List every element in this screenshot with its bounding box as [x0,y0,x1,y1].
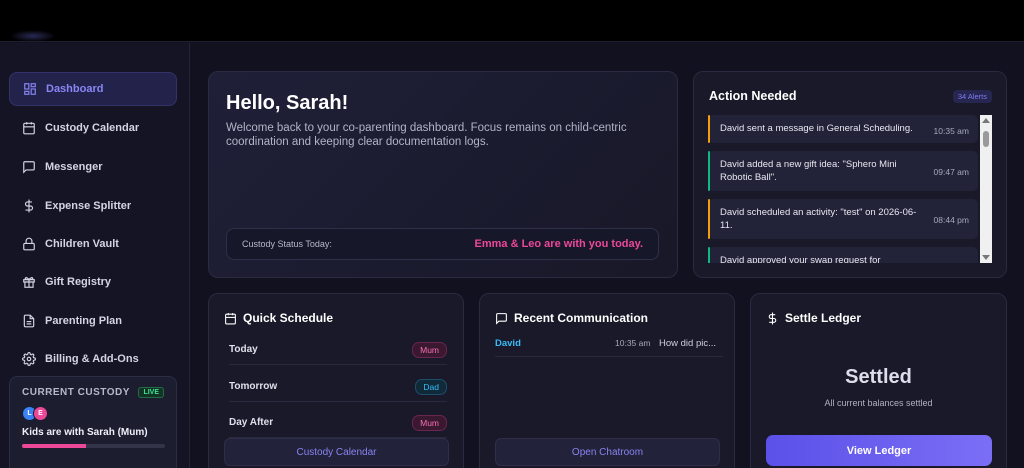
quick-schedule-card: Quick Schedule Today Mum Tomorrow Dad Da… [208,293,464,468]
top-bar [0,0,1024,42]
message-row[interactable]: David 10:35 am How did pic... [495,338,723,349]
ledger-status-sub: All current balances settled [824,398,933,408]
sidebar-item-custody-calendar[interactable]: Custody Calendar [9,111,177,145]
open-chatroom-button[interactable]: Open Chatroom [495,438,720,466]
dollar-icon [24,199,34,213]
sidebar-item-expense-splitter[interactable]: Expense Splitter [9,189,177,223]
alerts-list[interactable]: David sent a message in General Scheduli… [708,115,992,263]
sidebar: Dashboard Custody Calendar Messenger Exp… [0,43,190,468]
sidebar-item-label: Parenting Plan [45,315,123,327]
scroll-thumb[interactable] [983,131,989,147]
alert-message: David added a new gift idea: "Sphero Min… [720,159,897,183]
alert-time: 10:35 am [933,126,969,136]
dashboard-icon [24,83,36,95]
scroll-up-arrow[interactable] [982,118,990,123]
current-custody-card: CURRENT CUSTODY LIVE L E Kids are with S… [9,376,177,468]
custody-progress-fill [22,444,87,448]
alert-message: David sent a message in General Scheduli… [720,123,913,134]
sidebar-item-label: Children Vault [45,238,119,250]
alert-message: David approved your swap request for [720,255,881,263]
schedule-day: Today [229,344,258,355]
parent-tag: Mum [412,414,447,431]
card-title-text: Quick Schedule [243,311,334,325]
schedule-day: Tomorrow [229,381,278,392]
message-preview: How did pic... [659,338,717,349]
schedule-row: Today Mum [229,335,447,365]
schedule-row: Tomorrow Dad [229,372,447,402]
avatar: E [33,406,48,421]
sidebar-item-billing[interactable]: Billing & Add-Ons [9,342,177,376]
sidebar-item-messenger[interactable]: Messenger [9,150,177,184]
sidebar-item-label: Custody Calendar [45,122,140,134]
child-avatars: L E [22,406,164,421]
alert-time: 09:47 am [933,167,969,177]
recent-communication-card: Recent Communication David 10:35 am How … [479,293,735,468]
gift-icon [23,277,35,288]
message-sender: David [495,338,521,349]
custody-card-title: CURRENT CUSTODY [22,387,130,398]
welcome-panel: Hello, Sarah! Welcome back to your co-pa… [208,71,678,278]
sidebar-item-gift-registry[interactable]: Gift Registry [9,265,177,299]
alert-message: David scheduled an activity: "test" on 2… [720,207,917,231]
custody-progress [22,444,165,448]
custody-status-label: Custody Status Today: [242,239,332,249]
sidebar-item-label: Billing & Add-Ons [45,353,139,365]
recent-communication-title: Recent Communication [495,311,648,325]
divider [495,356,723,357]
page-title: Hello, Sarah! [226,92,349,114]
ledger-status: Settled [845,366,912,388]
dollar-icon [768,312,777,324]
view-ledger-button[interactable]: View Ledger [766,435,992,466]
alerts-scrollbar[interactable] [980,115,992,263]
sidebar-item-children-vault[interactable]: Children Vault [9,227,177,261]
quick-schedule-title: Quick Schedule [224,311,333,325]
document-icon [23,314,35,328]
schedule-day: Day After [229,417,274,428]
alert-item[interactable]: David approved your swap request for [708,247,978,263]
card-title-text: Recent Communication [514,311,649,325]
alert-stripe [708,247,710,263]
message-time: 10:35 am [615,338,651,348]
sidebar-item-label: Expense Splitter [45,200,132,212]
alert-item[interactable]: David added a new gift idea: "Sphero Min… [708,151,978,191]
parent-tag: Dad [415,378,447,395]
welcome-subtitle: Welcome back to your co-parenting dashbo… [226,122,627,148]
sidebar-item-label: Dashboard [46,83,104,95]
alert-time: 08:44 pm [933,215,969,225]
custody-status-box: Custody Status Today: Emma & Leo are wit… [226,228,659,260]
logo-glow [10,30,56,42]
alert-stripe [708,151,710,191]
parent-tag: Mum [412,341,447,358]
alert-stripe [708,199,710,239]
schedule-row: Day After Mum [229,408,447,438]
card-title-text: Settle Ledger [785,311,862,325]
custody-status-value: Emma & Leo are with you today. [474,238,644,250]
action-needed-panel: Action Needed 34 Alerts David sent a mes… [693,71,1007,278]
custody-calendar-button[interactable]: Custody Calendar [224,438,449,466]
message-icon [496,312,507,325]
gear-icon [22,352,36,366]
lock-icon [23,237,35,251]
sidebar-item-dashboard[interactable]: Dashboard [9,72,177,106]
alert-stripe [708,115,710,143]
scroll-down-arrow[interactable] [982,255,990,260]
sidebar-item-parenting-plan[interactable]: Parenting Plan [9,304,177,338]
calendar-icon [225,312,236,324]
custody-text: Kids are with Sarah (Mum) [22,427,148,438]
alert-item[interactable]: David sent a message in General Scheduli… [708,115,978,143]
alerts-badge: 34 Alerts [952,90,992,103]
settle-ledger-title: Settle Ledger [766,311,861,325]
action-needed-title: Action Needed [709,89,797,103]
alert-item[interactable]: David scheduled an activity: "test" on 2… [708,199,978,239]
calendar-icon [23,122,35,135]
sidebar-item-label: Gift Registry [45,276,112,288]
sidebar-item-label: Messenger [45,161,103,173]
settle-ledger-card: Settle Ledger Settled All current balanc… [750,293,1007,468]
live-badge: LIVE [138,387,164,398]
message-icon [23,161,35,174]
